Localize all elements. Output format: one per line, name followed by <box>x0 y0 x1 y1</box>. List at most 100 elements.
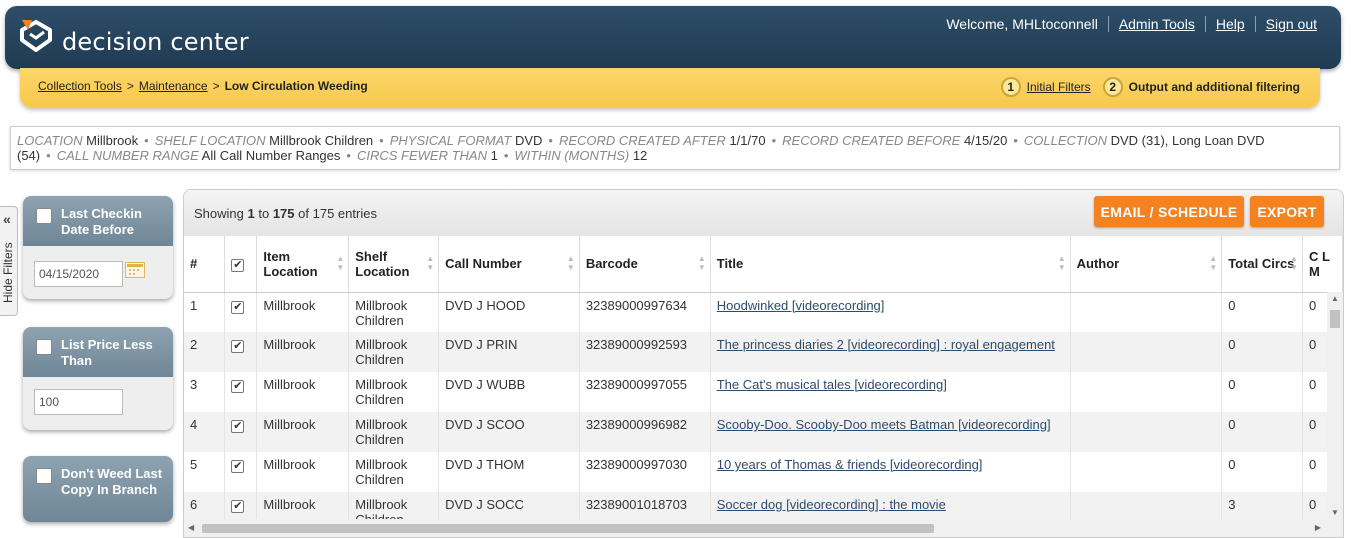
showing-to: 175 <box>272 206 295 221</box>
column-header-call-number[interactable]: Call Number ▲ ▼ <box>438 236 580 293</box>
item-location-cell: Millbrook <box>256 412 350 452</box>
filter-card-dont-weed: Don't Weed Last Copy In Branch <box>23 456 173 522</box>
filter-card-header: List Price Less Than <box>23 327 173 377</box>
title-cell: Scooby-Doo. Scooby-Doo meets Batman [vid… <box>710 412 1071 452</box>
title-link[interactable]: Hoodwinked [videorecording] <box>717 298 885 313</box>
help-link[interactable]: Help <box>1216 16 1245 32</box>
row-checkbox[interactable]: ✔ <box>231 420 245 433</box>
title-link[interactable]: The Cat's musical tales [videorecording] <box>717 377 947 392</box>
email-schedule-button[interactable]: EMAIL / SCHEDULE <box>1094 196 1244 227</box>
summary-separator: • <box>771 133 777 148</box>
hide-filters-label: Hide Filters <box>1 242 15 303</box>
row-checkbox[interactable]: ✔ <box>231 340 245 353</box>
column-header-truncated[interactable]: C L M <box>1302 236 1343 293</box>
decision-center-logo-icon[interactable] <box>18 16 54 54</box>
select-all-checkbox[interactable]: ✔ <box>231 258 245 272</box>
summary-value: Millbrook Children <box>269 133 374 148</box>
step-output-label: Output and additional filtering <box>1128 80 1300 94</box>
app-name: decision center <box>62 28 249 56</box>
shelf-location-cell: Millbrook Children <box>348 452 440 492</box>
title-cell: Hoodwinked [videorecording] <box>710 292 1071 332</box>
row-select[interactable]: ✔ <box>224 372 258 412</box>
author-cell <box>1070 292 1223 332</box>
column-header-label: Barcode <box>585 256 638 272</box>
horizontal-scrollbar[interactable]: ◀ ▶ <box>184 519 1343 537</box>
summary-separator: • <box>379 133 384 148</box>
summary-value: 4/15/20 <box>963 133 1008 148</box>
collapse-chevron-icon: « <box>3 211 11 227</box>
summary-separator: • <box>346 148 351 163</box>
column-header-shelf-location[interactable]: Shelf Location ▲ ▼ <box>348 236 440 293</box>
dont-weed-checkbox[interactable] <box>36 468 52 484</box>
shelf-location-cell: Millbrook Children <box>348 372 440 412</box>
table-row[interactable]: 2 ✔ Millbrook Millbrook Children DVD J PRIN 3… <box>184 332 1343 372</box>
total-circs-cell: 0 <box>1221 412 1304 452</box>
column-header-number[interactable]: # <box>184 236 226 293</box>
app-header: decision center Welcome, MHLtoconnell Ad… <box>5 6 1341 69</box>
summary-key: SHELF LOCATION <box>154 133 266 148</box>
breadcrumb-maintenance[interactable]: Maintenance <box>139 79 208 93</box>
summary-separator: • <box>1013 133 1018 148</box>
last-checkin-checkbox[interactable] <box>36 208 52 224</box>
vertical-scroll-thumb[interactable] <box>1330 310 1340 328</box>
scroll-down-arrow-icon[interactable]: ▼ <box>1331 508 1339 517</box>
scroll-up-arrow-icon[interactable]: ▲ <box>1331 294 1339 303</box>
column-header-barcode[interactable]: Barcode ▲ ▼ <box>579 236 711 293</box>
calendar-icon[interactable] <box>125 262 145 278</box>
row-select[interactable]: ✔ <box>224 452 258 492</box>
list-price-input[interactable]: 100 <box>34 389 123 415</box>
title-link[interactable]: The princess diaries 2 [videorecording] … <box>717 337 1055 352</box>
export-button[interactable]: EXPORT <box>1250 196 1324 227</box>
step-initial-filters-link[interactable]: Initial Filters <box>1027 80 1091 94</box>
row-select[interactable]: ✔ <box>224 292 258 332</box>
row-checkbox[interactable]: ✔ <box>231 380 245 393</box>
table-row[interactable]: 4 ✔ Millbrook Millbrook Children DVD J SCOO 3… <box>184 412 1343 452</box>
showing-to-word: to <box>258 206 270 221</box>
user-nav: Welcome, MHLtoconnell Admin Tools Help S… <box>936 16 1327 32</box>
results-toolbar: Showing 1 to 175 of 175 entries EMAIL / … <box>184 190 1343 236</box>
column-header-label: Shelf Location <box>355 248 410 279</box>
scroll-right-arrow-icon[interactable]: ▶ <box>1315 523 1321 532</box>
breadcrumb-collection-tools[interactable]: Collection Tools <box>38 79 122 93</box>
row-number: 5 <box>184 452 226 492</box>
admin-tools-link[interactable]: Admin Tools <box>1119 16 1195 32</box>
column-header-author[interactable]: Author ▲ ▼ <box>1070 236 1223 293</box>
title-link[interactable]: Soccer dog [videorecording] : the movie <box>717 497 946 512</box>
results-panel: Showing 1 to 175 of 175 entries EMAIL / … <box>183 189 1344 538</box>
showing-entries-text: Showing 1 to 175 of 175 entries <box>194 206 377 221</box>
row-checkbox[interactable]: ✔ <box>231 460 245 473</box>
author-cell <box>1070 452 1223 492</box>
sign-out-link[interactable]: Sign out <box>1266 16 1317 32</box>
title-link[interactable]: Scooby-Doo. Scooby-Doo meets Batman [vid… <box>717 417 1051 432</box>
last-checkin-date-input[interactable]: 04/15/2020 <box>34 261 123 287</box>
sort-arrows-icon: ▲ ▼ <box>336 254 345 272</box>
column-header-label: Item Location <box>263 248 318 279</box>
row-checkbox[interactable]: ✔ <box>231 500 245 513</box>
welcome-text: Welcome, MHLtoconnell <box>946 16 1098 32</box>
sort-arrows-icon: ▲ ▼ <box>1057 254 1066 272</box>
table-row[interactable]: 3 ✔ Millbrook Millbrook Children DVD J WUBB 3… <box>184 372 1343 412</box>
horizontal-scroll-thumb[interactable] <box>202 524 934 533</box>
vertical-scrollbar[interactable]: ▲ ▼ <box>1327 292 1343 519</box>
summary-key: RECORD CREATED BEFORE <box>782 133 961 148</box>
barcode-cell: 32389000992593 <box>579 332 711 372</box>
row-select[interactable]: ✔ <box>224 332 258 372</box>
column-header-select[interactable]: ✔ <box>224 236 258 293</box>
row-checkbox[interactable]: ✔ <box>231 300 245 314</box>
summary-key: WITHIN (MONTHS) <box>514 148 630 163</box>
total-circs-cell: 0 <box>1221 372 1304 412</box>
list-price-checkbox[interactable] <box>36 339 52 355</box>
barcode-cell: 32389000996982 <box>579 412 711 452</box>
column-header-total-circs[interactable]: Total Circs ▲ ▼ <box>1221 236 1304 293</box>
hide-filters-tab[interactable]: « Hide Filters <box>0 206 18 316</box>
row-select[interactable]: ✔ <box>224 412 258 452</box>
table-row[interactable]: 1 ✔ Millbrook Millbrook Children DVD J HOOD 3… <box>184 292 1343 332</box>
scroll-left-arrow-icon[interactable]: ◀ <box>188 523 194 532</box>
table-row[interactable]: 5 ✔ Millbrook Millbrook Children DVD J THOM 3… <box>184 452 1343 492</box>
column-header-item-location[interactable]: Item Location ▲ ▼ <box>256 236 350 293</box>
showing-from: 1 <box>247 206 255 221</box>
column-header-title[interactable]: Title ▲ ▼ <box>710 236 1071 293</box>
breadcrumb: Collection Tools > Maintenance > Low Cir… <box>38 79 368 93</box>
total-circs-cell: 0 <box>1221 292 1304 332</box>
title-link[interactable]: 10 years of Thomas & friends [videorecor… <box>717 457 983 472</box>
